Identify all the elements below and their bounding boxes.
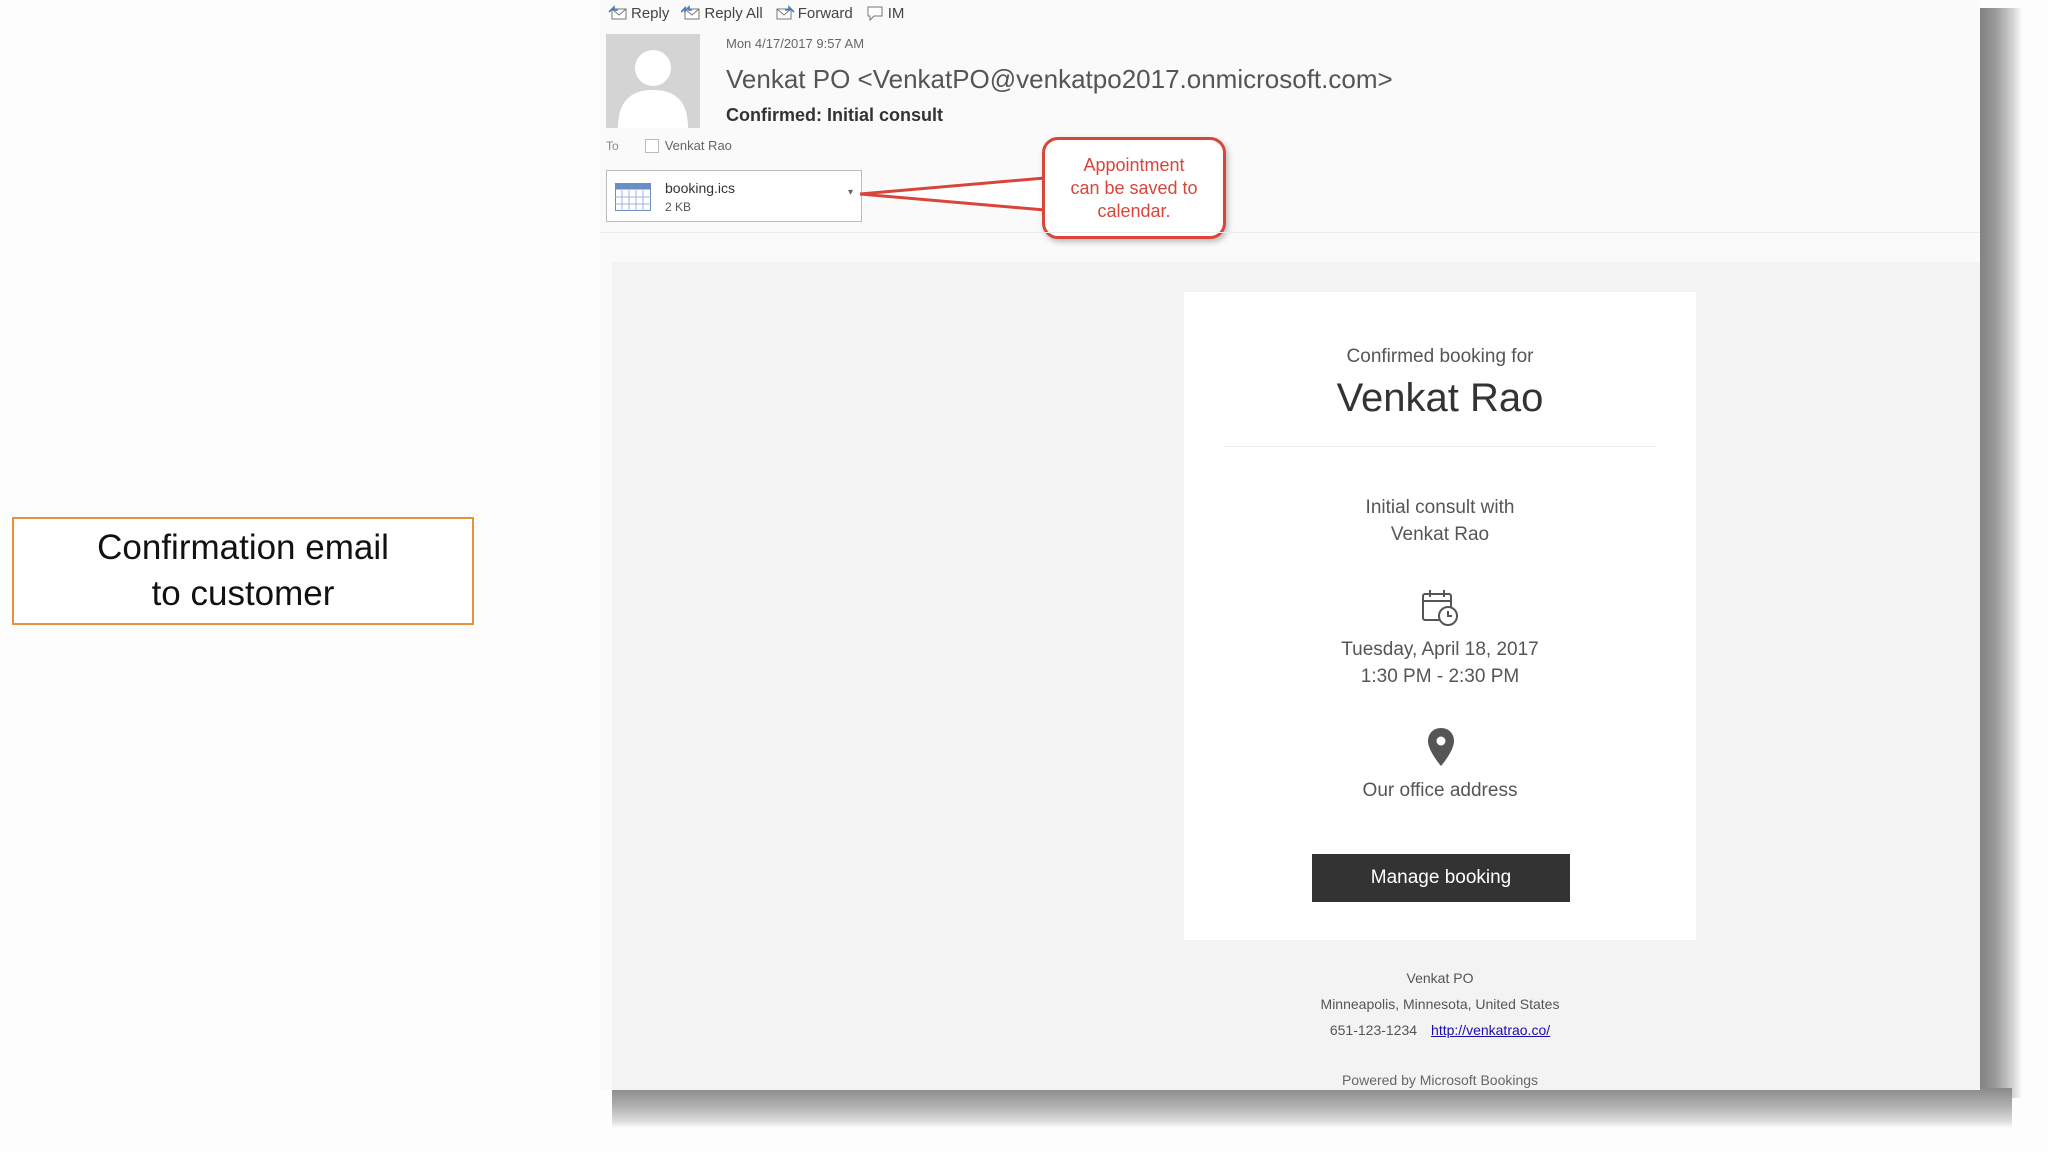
attachment-name: booking.ics (665, 180, 736, 196)
attachment-size: 2 KB (665, 200, 692, 214)
callout-pointer (860, 176, 1047, 212)
window-shadow-right (1978, 8, 2022, 1098)
service-line2: Venkat Rao (1390, 524, 1490, 545)
confirmed-for-label: Confirmed booking for (1346, 346, 1534, 367)
im-label: IM (887, 4, 905, 22)
recipient-name[interactable]: Venkat Rao (665, 138, 732, 153)
email-subject: Confirmed: Initial consult (726, 105, 944, 125)
person-icon (606, 34, 700, 128)
forward-button[interactable]: Forward (775, 4, 853, 22)
customer-name: Venkat Rao (1336, 376, 1544, 420)
forward-label: Forward (797, 4, 853, 22)
footer-url-link[interactable]: http://venkatrao.co/ (1431, 1022, 1550, 1038)
calendar-clock-icon (1422, 590, 1458, 626)
slide-caption-line1: Confirmation email (97, 528, 389, 567)
service-info: Initial consult with Venkat Rao (1184, 494, 1696, 548)
footer-business: Venkat PO (1406, 970, 1474, 986)
email-toolbar: Reply Reply All Forward IM (608, 4, 904, 22)
footer-phone: 651-123-1234 (1329, 1022, 1418, 1038)
chevron-down-icon[interactable]: ▾ (848, 187, 853, 198)
callout-line1: Appointment (1083, 154, 1185, 175)
reply-all-label: Reply All (704, 4, 763, 22)
email-sender[interactable]: Venkat PO <VenkatPO@venkatpo2017.onmicro… (726, 64, 1393, 95)
service-line1: Initial consult with (1365, 497, 1515, 518)
appointment-date: Tuesday, April 18, 2017 (1341, 639, 1539, 660)
footer-location: Minneapolis, Minnesota, United States (1320, 996, 1560, 1012)
callout-line2: can be saved to (1070, 177, 1198, 198)
appointment-time: 1:30 PM - 2:30 PM (1360, 666, 1520, 687)
recipient-checkbox[interactable] (644, 138, 659, 153)
header-divider (600, 232, 1980, 233)
callout-bubble: Appointment can be saved to calendar. (1042, 137, 1226, 239)
attachment-booking-ics[interactable]: booking.ics 2 KB ▾ (606, 170, 862, 222)
to-row: To Venkat Rao (606, 138, 732, 153)
forward-icon (776, 5, 795, 20)
calendar-file-icon (615, 183, 651, 211)
email-window: Reply Reply All Forward IM Mon 4/17/2017… (600, 0, 1980, 1090)
reply-button[interactable]: Reply (608, 4, 669, 22)
appointment-datetime: Tuesday, April 18, 2017 1:30 PM - 2:30 P… (1184, 636, 1696, 690)
im-button[interactable]: IM (865, 4, 905, 22)
to-label: To (606, 138, 619, 153)
callout-line3: calendar. (1097, 200, 1171, 221)
email-date: Mon 4/17/2017 9:57 AM (726, 36, 865, 51)
reply-icon (608, 5, 627, 20)
card-divider (1224, 446, 1656, 447)
reply-all-button[interactable]: Reply All (681, 4, 763, 22)
sender-avatar (606, 34, 700, 128)
location-pin-icon (1428, 728, 1454, 766)
slide-caption-line2: to customer (151, 574, 335, 613)
office-address: Our office address (1362, 780, 1518, 801)
reply-label: Reply (631, 4, 670, 22)
footer-contact: 651-123-1234 http://venkatrao.co/ (1184, 1022, 1696, 1038)
booking-card: Confirmed booking for Venkat Rao Initial… (1184, 292, 1696, 940)
email-body: Confirmed booking for Venkat Rao Initial… (612, 262, 1980, 1090)
reply-all-icon (681, 5, 700, 20)
window-shadow-bottom (612, 1088, 2012, 1128)
manage-booking-button[interactable]: Manage booking (1312, 854, 1570, 902)
powered-by: Powered by Microsoft Bookings (1341, 1072, 1539, 1088)
slide-caption-box: Confirmation email to customer (12, 517, 474, 625)
im-icon (867, 6, 883, 22)
